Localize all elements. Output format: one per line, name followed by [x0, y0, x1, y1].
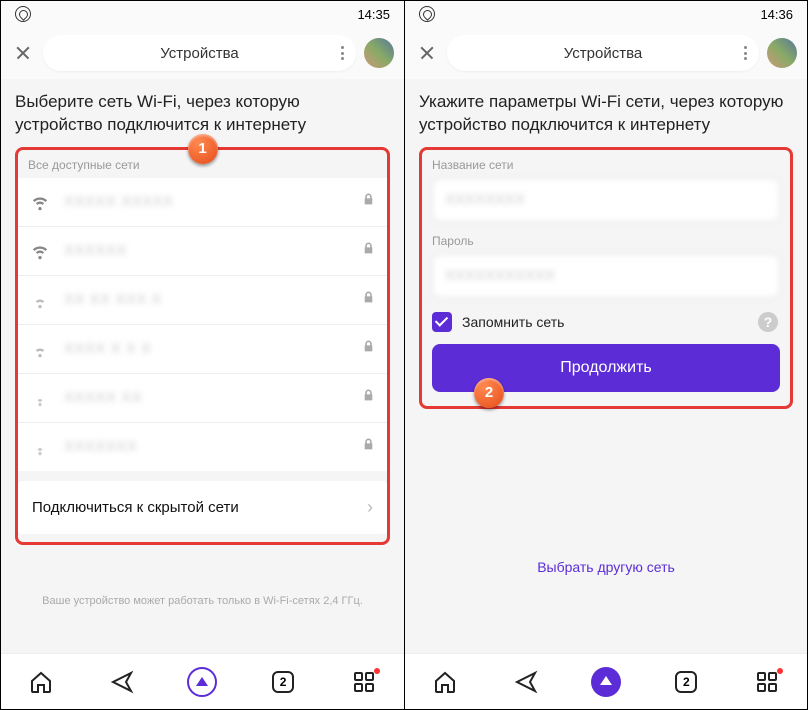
lock-icon	[362, 291, 375, 309]
lock-icon	[362, 389, 375, 407]
help-icon[interactable]: ?	[758, 312, 778, 332]
heading: Укажите параметры Wi-Fi сети, через кото…	[419, 91, 793, 137]
wifi-item[interactable]: XXXXXXX	[18, 423, 387, 471]
avatar[interactable]	[767, 38, 797, 68]
continue-label: Продолжить	[560, 359, 651, 376]
more-icon[interactable]	[744, 46, 747, 60]
lock-icon	[362, 242, 375, 260]
nav-home[interactable]	[21, 662, 61, 702]
nav-home[interactable]	[425, 662, 465, 702]
highlight-area-1: 1 Все доступные сети XXXXX XXXXX XXXXXX …	[15, 147, 390, 545]
bottom-nav: 2	[405, 653, 807, 709]
whatsapp-icon	[15, 6, 31, 22]
hidden-network-button[interactable]: Подключиться к скрытой сети ›	[18, 481, 387, 534]
network-name-field: Название сети	[422, 156, 790, 232]
lock-icon	[362, 193, 375, 211]
wifi-icon	[30, 339, 50, 359]
choose-another-link[interactable]: Выбрать другую сеть	[419, 559, 793, 575]
page-title: Устройства	[160, 45, 238, 62]
nav-send[interactable]	[506, 662, 546, 702]
lock-icon	[362, 340, 375, 358]
clock: 14:36	[760, 7, 793, 22]
content: Выберите сеть Wi-Fi, через которую устро…	[1, 79, 404, 653]
tabs-count: 2	[675, 671, 697, 693]
nav-menu[interactable]	[344, 662, 384, 702]
wifi-item[interactable]: XX XX XXX X	[18, 276, 387, 325]
notification-dot	[777, 668, 783, 674]
wifi-icon	[30, 241, 50, 261]
nav-tabs[interactable]: 2	[263, 662, 303, 702]
tabs-count: 2	[272, 671, 294, 693]
chevron-right-icon: ›	[367, 497, 373, 518]
more-icon[interactable]	[341, 46, 344, 60]
remember-label: Запомнить сеть	[462, 314, 564, 330]
alice-icon	[187, 667, 217, 697]
nav-tabs[interactable]: 2	[666, 662, 706, 702]
title-pill[interactable]: Устройства	[447, 35, 759, 71]
network-name-input[interactable]	[432, 178, 780, 222]
bottom-nav: 2	[1, 653, 404, 709]
notification-dot	[374, 668, 380, 674]
wifi-item[interactable]: XXXXXX	[18, 227, 387, 276]
header: Устройства	[1, 27, 404, 79]
wifi-item[interactable]: XXXX X X X	[18, 325, 387, 374]
close-button[interactable]	[415, 41, 439, 65]
password-input[interactable]	[432, 254, 780, 298]
status-bar: 14:36	[405, 1, 807, 27]
alice-icon	[591, 667, 621, 697]
title-pill[interactable]: Устройства	[43, 35, 356, 71]
nav-alice[interactable]	[182, 662, 222, 702]
wifi-icon	[30, 192, 50, 212]
annotation-badge-1: 1	[188, 134, 218, 164]
status-bar: 14:35	[1, 1, 404, 27]
password-label: Пароль	[432, 234, 780, 248]
whatsapp-icon	[419, 6, 435, 22]
wifi-icon	[30, 437, 50, 457]
wifi-item[interactable]: XXXXX XX	[18, 374, 387, 423]
password-field: Пароль	[422, 232, 790, 308]
hidden-network-label: Подключиться к скрытой сети	[32, 499, 239, 516]
header: Устройства	[405, 27, 807, 79]
phone-left: 14:35 Устройства Выберите сеть Wi-Fi, че…	[1, 1, 404, 709]
wifi-name: XXXXXXX	[64, 438, 138, 455]
nav-send[interactable]	[102, 662, 142, 702]
page-title: Устройства	[564, 45, 642, 62]
wifi-name: XXXXX XX	[64, 389, 142, 406]
wifi-name: XXXXX XXXXX	[64, 193, 174, 210]
wifi-item[interactable]: XXXXX XXXXX	[18, 178, 387, 227]
avatar[interactable]	[364, 38, 394, 68]
phone-right: 14:36 Устройства Укажите параметры Wi-Fi…	[404, 1, 807, 709]
footer-note: Ваше устройство может работать только в …	[15, 595, 390, 607]
lock-icon	[362, 438, 375, 456]
clock: 14:35	[357, 7, 390, 22]
close-button[interactable]	[11, 41, 35, 65]
remember-row: Запомнить сеть ?	[422, 308, 790, 344]
content: Укажите параметры Wi-Fi сети, через кото…	[405, 79, 807, 653]
annotation-badge-2: 2	[474, 378, 504, 408]
wifi-icon	[30, 290, 50, 310]
network-name-label: Название сети	[432, 158, 780, 172]
nav-menu[interactable]	[747, 662, 787, 702]
wifi-list: XXXXX XXXXX XXXXXX XX XX XXX X XXXX X X …	[18, 178, 387, 471]
remember-checkbox[interactable]	[432, 312, 452, 332]
highlight-area-2: Название сети Пароль Запомнить сеть ? Пр…	[419, 147, 793, 409]
nav-alice[interactable]	[586, 662, 626, 702]
wifi-name: XX XX XXX X	[64, 291, 162, 308]
wifi-icon	[30, 388, 50, 408]
heading: Выберите сеть Wi-Fi, через которую устро…	[15, 91, 390, 137]
wifi-name: XXXX X X X	[64, 340, 152, 357]
wifi-name: XXXXXX	[64, 242, 127, 259]
